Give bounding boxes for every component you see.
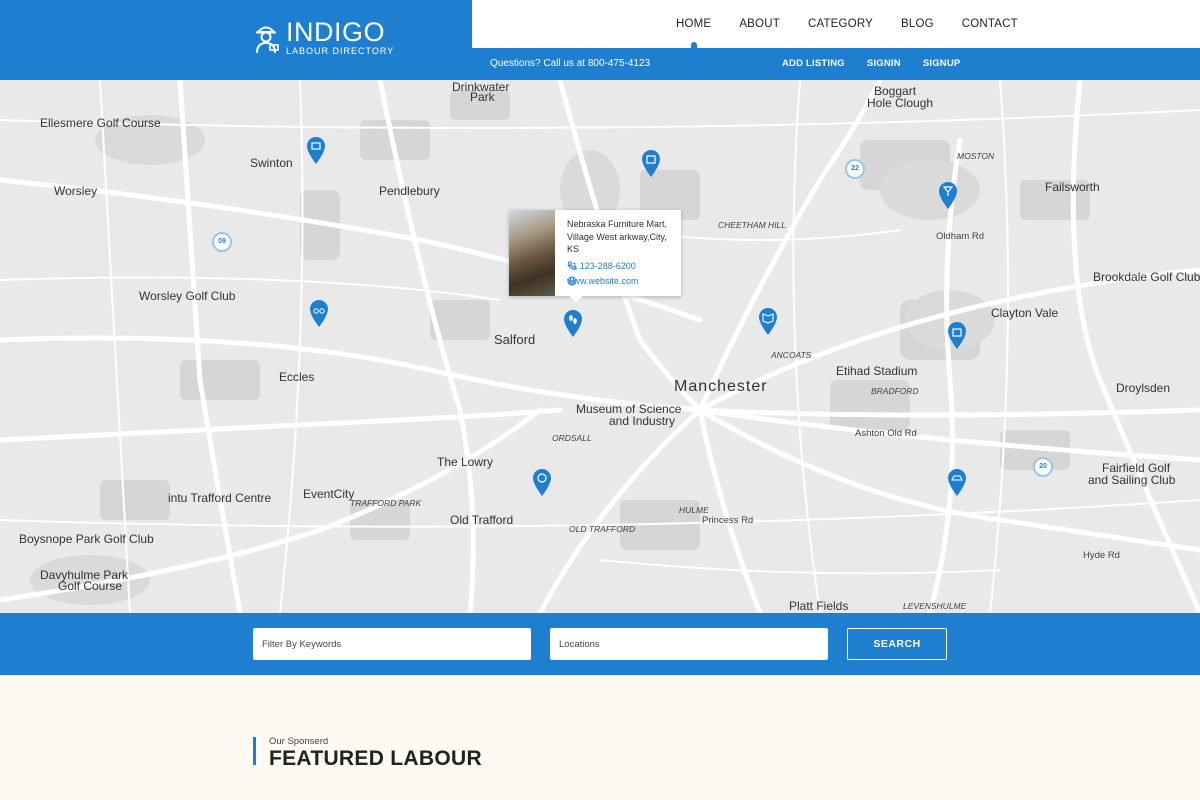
map-label: MOSTON <box>957 151 995 161</box>
nav-blog[interactable]: BLOG <box>887 0 948 48</box>
map-label: BRADFORD <box>871 386 919 396</box>
shop-pin-icon[interactable] <box>640 148 662 178</box>
map-label: Golf Course <box>58 579 123 593</box>
logo[interactable]: INDIGO LABOUR DIRECTORY <box>252 17 395 56</box>
keyword-search-input[interactable] <box>253 628 531 660</box>
map-label: Failsworth <box>1045 180 1100 194</box>
map-info-popup: Nebraska Furniture Mart, Village West ar… <box>509 210 681 303</box>
map-label: Hyde Rd <box>1083 550 1120 561</box>
nav-contact[interactable]: CONTACT <box>948 0 1032 48</box>
map-label: Platt Fields <box>789 599 849 613</box>
phone-icon <box>567 261 577 270</box>
bag-pin-icon[interactable] <box>946 320 968 350</box>
sub-bar: Questions? Call us at 800-475-4123 ADD L… <box>472 48 1200 80</box>
nav-home[interactable]: HOME <box>662 0 725 48</box>
footprint-pin-icon[interactable] <box>562 308 584 338</box>
map-label: Worsley Golf Club <box>139 289 236 303</box>
contact-phone: Questions? Call us at 800-475-4123 <box>490 58 651 69</box>
museum-pin-icon[interactable] <box>305 135 327 165</box>
map-label: Swinton <box>250 156 293 170</box>
brand-tagline: LABOUR DIRECTORY <box>286 46 395 56</box>
map-label: Brookdale Golf Club <box>1093 270 1200 284</box>
map-label: and Industry <box>609 414 676 428</box>
site-header: INDIGO LABOUR DIRECTORY HOME ABOUT CATEG… <box>0 0 1200 80</box>
map-label: EventCity <box>303 487 355 501</box>
worker-icon <box>255 26 279 54</box>
map-label: Ellesmere Golf Course <box>40 116 161 130</box>
cycling-pin-icon[interactable] <box>308 298 330 328</box>
add-listing-link[interactable]: ADD LISTING <box>782 58 845 69</box>
signin-link[interactable]: SIGNIN <box>867 58 901 69</box>
popup-address: Nebraska Furniture Mart, Village West ar… <box>567 219 668 254</box>
signup-link[interactable]: SIGNUP <box>923 58 961 69</box>
map-label: Pendlebury <box>379 184 440 198</box>
featured-title: FEATURED LABOUR <box>269 747 482 770</box>
map-label: Park <box>470 90 495 104</box>
map-label: CHEETHAM HILL <box>718 220 787 230</box>
map-label: Eccles <box>279 370 315 384</box>
map-label: Salford <box>494 332 536 347</box>
bar-pin-icon[interactable] <box>937 180 959 210</box>
map-cluster[interactable]: 22 <box>845 159 865 179</box>
map-label: and Sailing Club <box>1088 473 1176 487</box>
search-bar: SEARCH <box>0 613 1200 675</box>
map-label: Old Trafford <box>450 513 514 527</box>
map-label: TRAFFORD PARK <box>350 498 422 508</box>
book-pin-icon[interactable] <box>757 306 779 336</box>
map-label: Worsley <box>54 184 98 198</box>
map-label: intu Trafford Centre <box>168 491 272 505</box>
popup-phone-text: +1 123-288-6200 <box>567 261 636 271</box>
brand-name: INDIGO <box>286 17 386 47</box>
nav-about[interactable]: ABOUT <box>725 0 794 48</box>
listing-photo <box>509 210 555 296</box>
map-label: Oldham Rd <box>936 231 985 242</box>
map[interactable]: Ellesmere Golf Course Swinton Worsley Pe… <box>0 80 1200 613</box>
map-label: ANCOATS <box>771 350 812 360</box>
map-city-label: Manchester <box>674 378 768 395</box>
globe-icon <box>567 276 577 286</box>
map-cluster[interactable]: 09 <box>212 232 232 252</box>
map-label: HULME <box>679 505 709 515</box>
logo-block: INDIGO LABOUR DIRECTORY <box>0 0 472 80</box>
car-pin-icon[interactable] <box>946 467 968 497</box>
featured-accent-bar <box>253 737 256 765</box>
account-nav: ADD LISTING SIGNIN SIGNUP <box>782 58 960 69</box>
main-nav: HOME ABOUT CATEGORY BLOG CONTACT <box>662 0 1032 48</box>
nav-category[interactable]: CATEGORY <box>794 0 887 48</box>
featured-kicker: Our Sponserd <box>269 736 329 747</box>
popup-website-text: www.website.com <box>567 276 639 286</box>
map-label: Princess Rd <box>702 515 754 526</box>
map-label: Ashton Old Rd <box>855 428 917 439</box>
map-label: Etihad Stadium <box>836 364 918 378</box>
map-label: The Lowry <box>437 455 494 469</box>
map-cluster[interactable]: 20 <box>1033 457 1053 477</box>
map-label: ORDSALL <box>552 433 592 443</box>
map-label: Clayton Vale <box>991 306 1059 320</box>
map-label: Boysnope Park Golf Club <box>19 532 154 546</box>
location-input[interactable] <box>550 628 828 660</box>
popup-phone[interactable]: +1 123-288-6200 <box>567 261 636 271</box>
cleaning-pin-icon[interactable] <box>531 467 553 497</box>
top-nav-bar: HOME ABOUT CATEGORY BLOG CONTACT <box>472 0 1200 48</box>
map-label: LEVENSHULME <box>903 601 967 611</box>
popup-website[interactable]: www.website.com <box>567 276 639 286</box>
map-label: Droylsden <box>1116 381 1171 395</box>
map-label: Hole Clough <box>867 96 934 110</box>
search-button[interactable]: SEARCH <box>847 628 947 660</box>
map-label: OLD TRAFFORD <box>569 524 636 534</box>
